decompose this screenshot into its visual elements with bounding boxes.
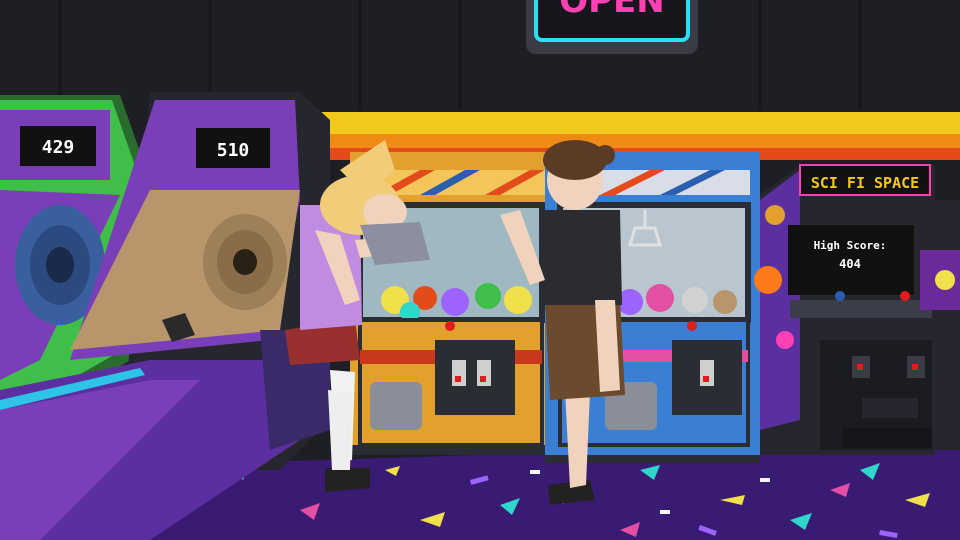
scene-illustration: OPEN 429 510 SCI FI SPACE High Score: 40… bbox=[0, 0, 960, 540]
skeeball-left-score: 429 bbox=[42, 137, 75, 158]
arcade-scene: OPEN 429 510 SCI FI SPACE High Score: 40… bbox=[0, 0, 960, 540]
arcade-screen-score: 404 bbox=[839, 257, 861, 271]
arcade-cabinet: SCI FI SPACE High Score: 404 bbox=[754, 164, 935, 455]
arcade-screen-label: High Score: bbox=[814, 239, 887, 252]
neon-open-sign: OPEN bbox=[526, 0, 698, 54]
skeeball-right-score: 510 bbox=[217, 140, 250, 161]
neon-sign-text: OPEN bbox=[559, 0, 665, 21]
arcade-marquee: SCI FI SPACE bbox=[811, 174, 919, 192]
